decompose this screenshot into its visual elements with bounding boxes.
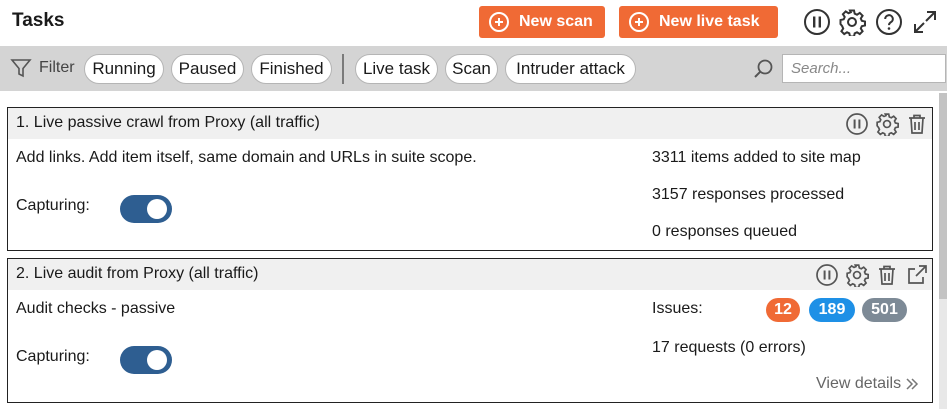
double-chevron-right-icon <box>906 378 919 390</box>
pause-all-icon[interactable] <box>803 8 831 36</box>
capturing-toggle[interactable] <box>120 346 172 374</box>
toggle-knob <box>147 199 167 219</box>
new-scan-button[interactable]: New scan <box>479 6 605 38</box>
task-card: 2. Live audit from Proxy (all traffic) A… <box>7 258 933 403</box>
view-details-label: View details <box>816 375 902 392</box>
filter-chip-finished[interactable]: Finished <box>251 54 332 84</box>
task-card: 1. Live passive crawl from Proxy (all tr… <box>7 107 933 251</box>
gear-icon[interactable] <box>845 263 869 289</box>
filter-chip-intruder-attack[interactable]: Intruder attack <box>505 54 636 84</box>
search-input[interactable] <box>782 54 946 83</box>
plus-circle-icon <box>629 12 649 32</box>
filter-chip-live-task[interactable]: Live task <box>355 54 438 84</box>
scrollbar[interactable] <box>939 93 947 409</box>
task-title: 2. Live audit from Proxy (all traffic) <box>16 265 259 282</box>
expand-icon[interactable] <box>911 8 939 36</box>
filter-chip-paused[interactable]: Paused <box>171 54 244 84</box>
pause-icon[interactable] <box>815 263 839 287</box>
tasks-header: Tasks New scan New live task <box>0 0 947 44</box>
filter-divider <box>342 54 344 84</box>
gear-icon[interactable] <box>875 112 899 138</box>
view-details-link[interactable]: View details <box>816 375 919 393</box>
toggle-knob <box>147 350 167 370</box>
stat-responses-processed: 3157 responses processed <box>652 186 845 203</box>
search-icon <box>752 58 774 80</box>
plus-circle-icon <box>489 12 509 32</box>
issues-low-badge[interactable]: 501 <box>862 298 907 322</box>
new-live-task-button[interactable]: New live task <box>619 6 778 38</box>
pause-icon[interactable] <box>845 112 869 136</box>
task-card-header: 2. Live audit from Proxy (all traffic) <box>8 259 932 290</box>
new-scan-label: New scan <box>519 13 593 30</box>
task-description: Audit checks - passive <box>16 300 176 317</box>
filter-label: Filter <box>39 59 75 76</box>
requests-count: 17 requests (0 errors) <box>652 339 806 356</box>
page-title: Tasks <box>12 10 65 31</box>
help-icon[interactable] <box>875 8 903 36</box>
filter-chip-scan[interactable]: Scan <box>445 54 498 84</box>
filter-bar: Filter Running Paused Finished Live task… <box>0 46 947 91</box>
capturing-label: Capturing: <box>16 348 90 365</box>
task-card-header: 1. Live passive crawl from Proxy (all tr… <box>8 108 932 139</box>
capturing-label: Capturing: <box>16 197 90 214</box>
task-title: 1. Live passive crawl from Proxy (all tr… <box>16 114 320 131</box>
stat-responses-queued: 0 responses queued <box>652 223 797 240</box>
new-live-task-label: New live task <box>659 13 760 30</box>
scrollbar-thumb[interactable] <box>939 93 947 299</box>
task-description: Add links. Add item itself, same domain … <box>16 149 477 166</box>
stat-items-added: 3311 items added to site map <box>652 149 861 166</box>
issues-label: Issues: <box>652 300 703 317</box>
trash-icon[interactable] <box>905 112 929 136</box>
external-link-icon[interactable] <box>905 263 929 287</box>
issues-high-badge[interactable]: 12 <box>766 298 800 322</box>
trash-icon[interactable] <box>875 263 899 287</box>
settings-gear-icon[interactable] <box>838 8 866 38</box>
filter-chip-running[interactable]: Running <box>84 54 164 84</box>
issues-medium-badge[interactable]: 189 <box>809 298 855 322</box>
filter-funnel-icon <box>10 57 32 79</box>
capturing-toggle[interactable] <box>120 195 172 223</box>
